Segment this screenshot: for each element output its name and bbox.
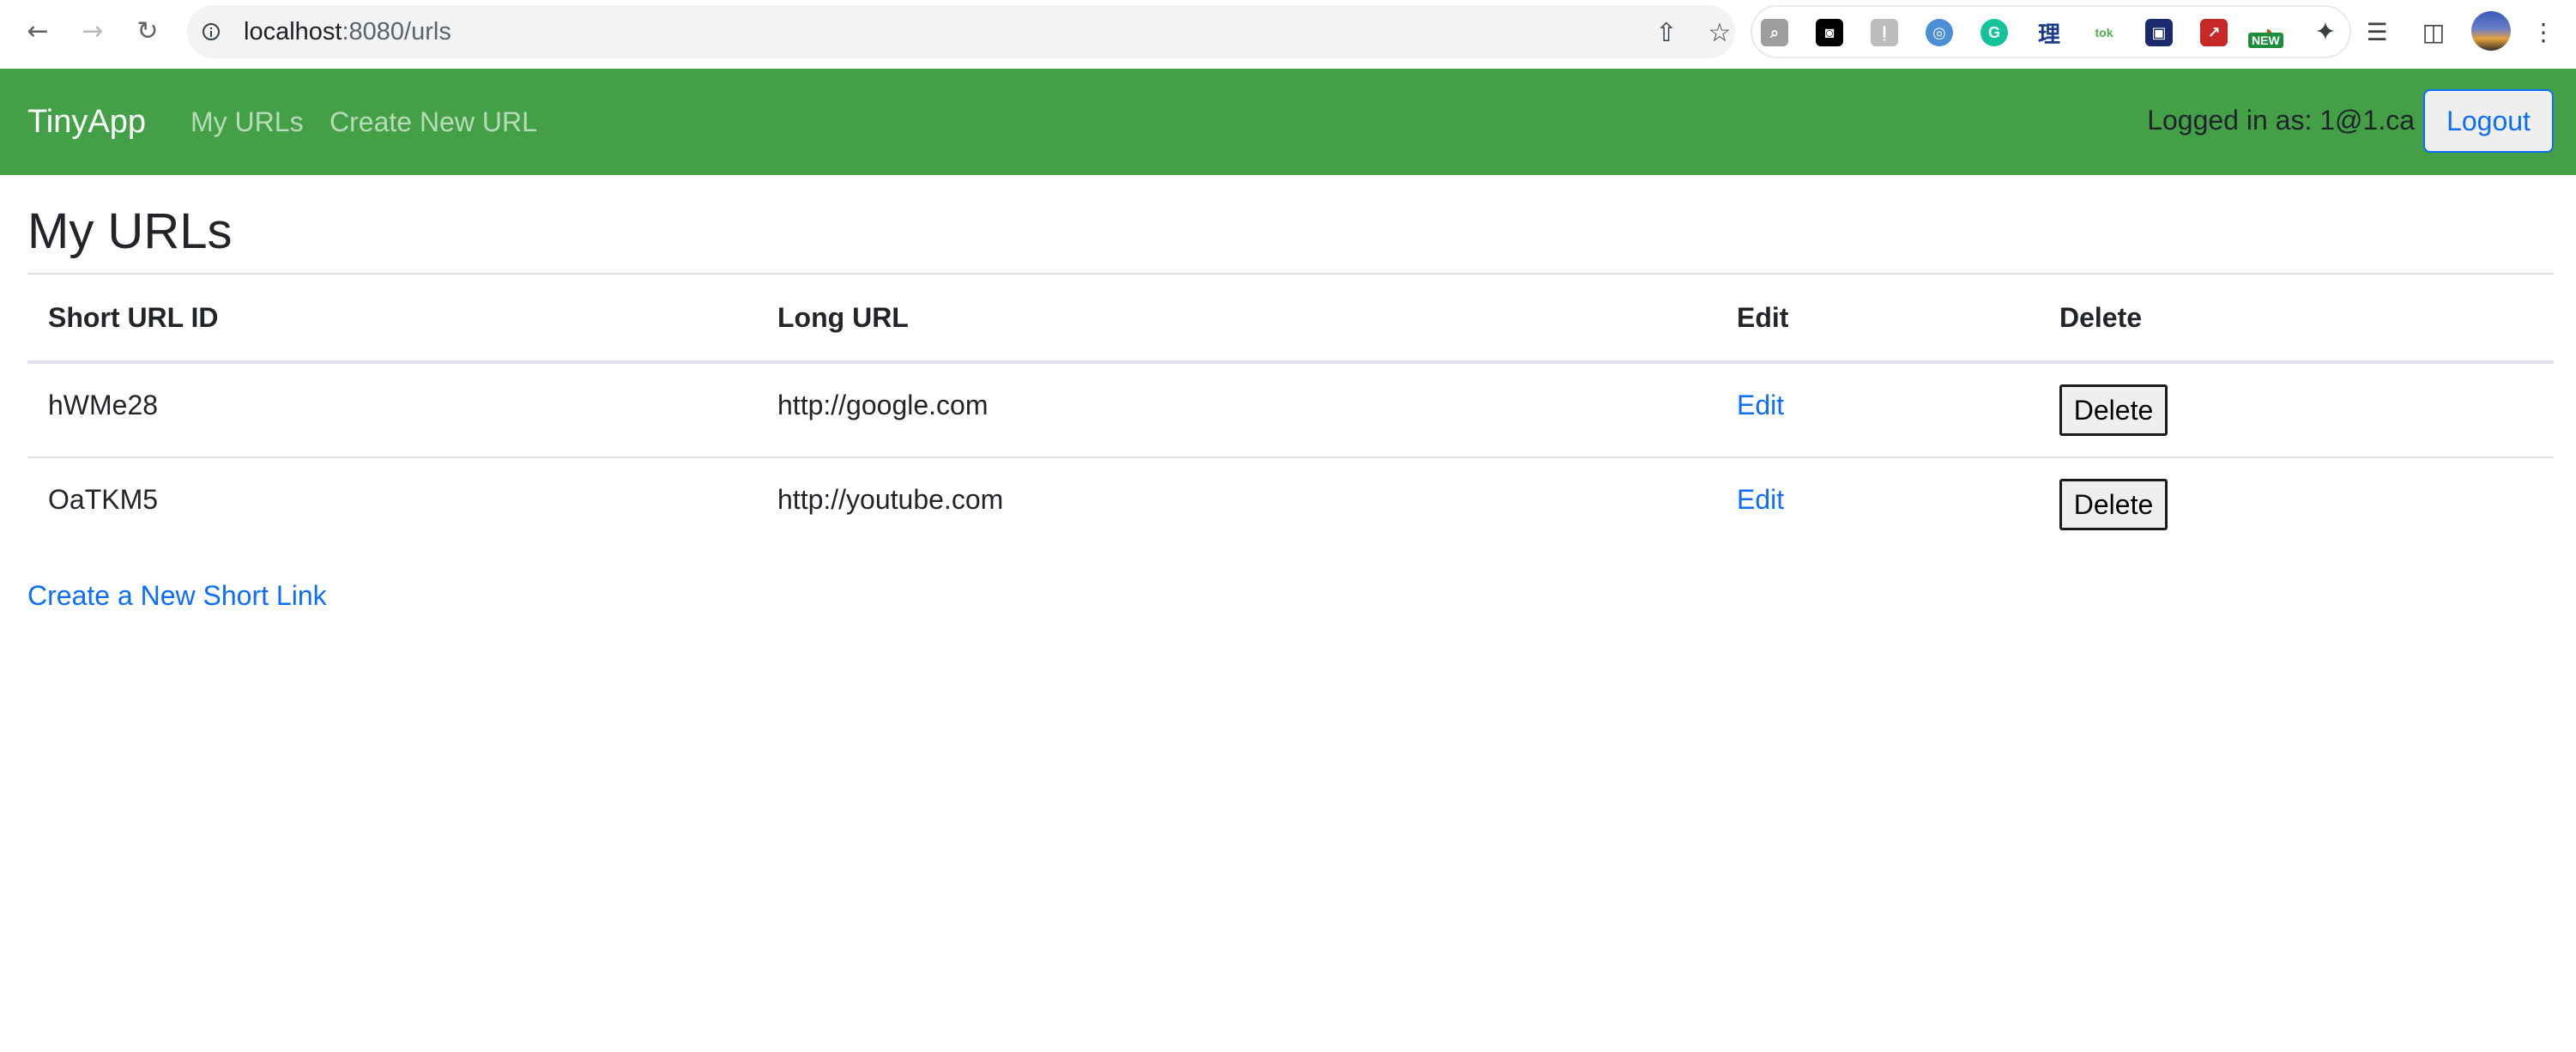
long-url: http://youtube.com <box>777 483 1004 515</box>
edit-link[interactable]: Edit <box>1737 484 1784 516</box>
edit-link[interactable]: Edit <box>1737 390 1784 421</box>
long-url: http://google.com <box>777 389 989 420</box>
url-text[interactable]: localhost:8080/urls <box>244 19 451 45</box>
short-url-id: hWMe28 <box>48 389 159 420</box>
chinese-character-extension-icon[interactable]: 理 <box>2035 19 2063 47</box>
short-url-id-cell: hWMe28 <box>27 362 757 458</box>
url-path: :8080/urls <box>342 18 451 45</box>
page-title: My URLs <box>27 203 233 259</box>
delete-cell: Delete <box>2039 457 2554 551</box>
search-extension-icon[interactable]: ⌕ <box>1761 19 1788 46</box>
logout-button[interactable]: Logout <box>2423 89 2554 153</box>
long-url-cell: http://google.com <box>757 362 1716 458</box>
delete-button[interactable]: Delete <box>2059 384 2168 436</box>
nav-link-create-new-url[interactable]: Create New URL <box>330 105 537 139</box>
profile-avatar[interactable] <box>2471 11 2511 51</box>
bookmark-star-icon[interactable]: ☆ <box>1704 18 1735 48</box>
header-short-url-id: Short URL ID <box>27 273 757 364</box>
nav-link-my-urls[interactable]: My URLs <box>190 105 304 139</box>
glasses-extension-icon[interactable]: ◙ <box>1816 19 1843 46</box>
address-bar[interactable]: localhost:8080/urls ⇧ ☆ <box>187 5 1735 58</box>
header-long-url: Long URL <box>757 273 1716 364</box>
share-icon[interactable]: ⇧ <box>1651 18 1682 48</box>
short-url-id-cell: OaTKM5 <box>27 457 757 551</box>
sync-extension-icon[interactable]: ◎ <box>1926 19 1953 46</box>
grammarly-extension-icon[interactable]: G <box>1980 19 2008 46</box>
edit-cell: Edit <box>1716 457 2039 551</box>
new-badge: NEW <box>2248 33 2283 48</box>
kebab-menu-icon[interactable]: ⋮ <box>2526 15 2561 49</box>
edit-cell: Edit <box>1716 362 2039 458</box>
logged-in-status: Logged in as: 1@1.ca <box>2147 105 2415 136</box>
app-navbar: TinyApp My URLs Create New URL Logged in… <box>0 69 2576 175</box>
url-host: localhost <box>244 18 342 45</box>
table-header-row: Short URL ID Long URL Edit Delete <box>27 273 2554 364</box>
site-info-icon[interactable] <box>203 23 220 40</box>
table-row: OaTKM5 http://youtube.com Edit Delete <box>27 457 2554 551</box>
header-edit: Edit <box>1716 273 2039 364</box>
header-delete: Delete <box>2039 273 2554 364</box>
browser-toolbar: ← → ↻ localhost:8080/urls ⇧ ☆ ⌕ ◙ ḷ ◎ G … <box>0 0 2576 70</box>
toktogi-extension-icon[interactable]: tok <box>2090 19 2118 46</box>
urls-table: Short URL ID Long URL Edit Delete hWMe28… <box>27 273 2554 551</box>
extensions-strip: ⌕ ◙ ḷ ◎ G 理 tok ▣ ↗ ◔ NEW <box>1751 5 2351 58</box>
brand-link[interactable]: TinyApp <box>27 103 146 141</box>
shield-extension-icon[interactable]: ▣ <box>2145 19 2173 46</box>
kanji-extension-icon[interactable]: ḷ <box>1871 19 1898 46</box>
table-row: hWMe28 http://google.com Edit Delete <box>27 362 2554 458</box>
delete-cell: Delete <box>2039 362 2554 458</box>
red-extension-icon[interactable]: ↗ <box>2200 19 2228 46</box>
short-url-id: OaTKM5 <box>48 483 159 515</box>
delete-button[interactable]: Delete <box>2059 479 2168 530</box>
long-url-cell: http://youtube.com <box>757 457 1716 551</box>
reload-icon[interactable]: ↻ <box>130 14 165 48</box>
forward-arrow-icon[interactable]: → <box>76 14 110 48</box>
side-panel-icon[interactable]: ◫ <box>2416 15 2451 49</box>
reading-list-icon[interactable]: ☰ <box>2360 15 2394 49</box>
create-new-short-link[interactable]: Create a New Short Link <box>27 578 327 613</box>
back-arrow-icon[interactable]: ← <box>21 14 55 48</box>
puzzle-extensions-icon[interactable]: ✦ <box>2308 15 2343 49</box>
